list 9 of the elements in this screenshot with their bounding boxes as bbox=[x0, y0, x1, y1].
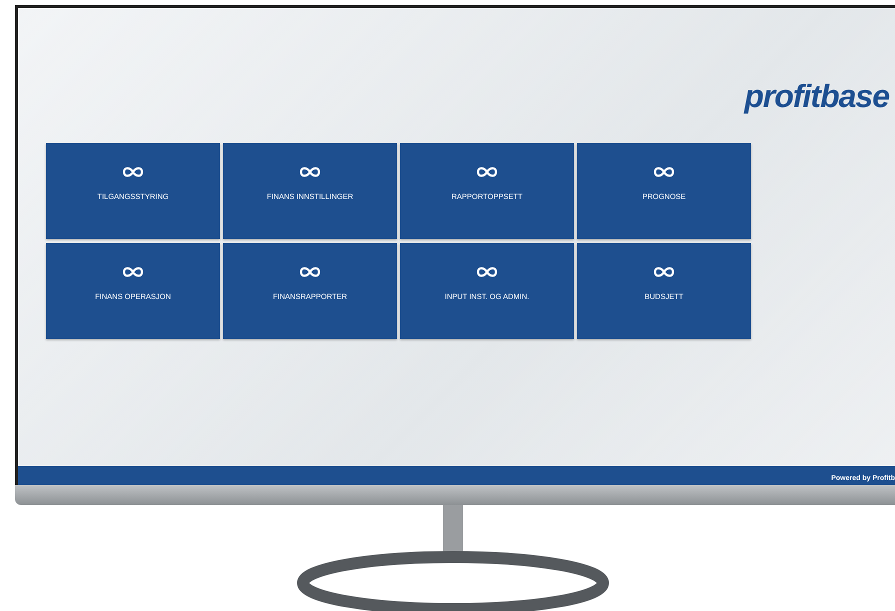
infinity-icon bbox=[652, 165, 676, 179]
infinity-icon bbox=[121, 165, 145, 179]
infinity-icon bbox=[298, 165, 322, 179]
infinity-icon bbox=[298, 265, 322, 279]
infinity-icon bbox=[121, 265, 145, 279]
infinity-icon bbox=[475, 265, 499, 279]
infinity-icon bbox=[475, 165, 499, 179]
infinity-icon bbox=[652, 265, 676, 279]
logo: profitbase bbox=[744, 80, 889, 112]
